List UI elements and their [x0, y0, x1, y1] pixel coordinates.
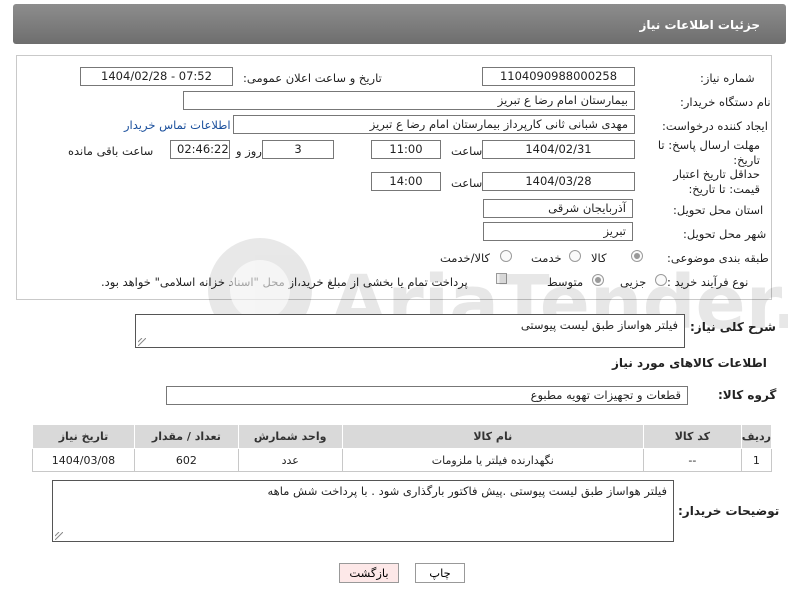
price-validity-label: حداقل تاریخ اعتبار قیمت: تا تاریخ: — [673, 167, 760, 196]
process-radio-minor[interactable] — [655, 274, 667, 286]
province-label: استان محل تحویل: — [673, 203, 764, 217]
days-label: روز و — [236, 144, 262, 158]
requester-label: ایجاد کننده درخواست: — [662, 119, 768, 133]
category-service-text: خدمت — [531, 251, 562, 265]
category-radio-service[interactable] — [569, 250, 581, 262]
goods-group-field[interactable]: قطعات و تجهیزات تهویه مطبوع — [166, 386, 688, 405]
cell-quantity: 602 — [133, 448, 239, 472]
need-summary-text: فیلتر هواساز طبق لیست پیوستی — [520, 318, 678, 332]
remaining-time-label: ساعت باقی مانده — [68, 144, 154, 158]
need-number-label: شماره نیاز: — [700, 71, 755, 85]
resize-handle-icon[interactable] — [55, 532, 63, 540]
process-type-label: نوع فرآیند خرید : — [667, 275, 749, 289]
city-field[interactable]: تبریز — [483, 222, 633, 241]
col-goods-name: نام کالا — [341, 424, 644, 449]
announce-datetime-label: تاریخ و ساعت اعلان عمومی: — [243, 71, 382, 85]
reply-time-field[interactable]: 11:00 — [371, 140, 441, 159]
goods-section-title: اطلاعات کالاهای مورد نیاز — [612, 356, 767, 370]
cell-goods-name: نگهدارنده فیلتر یا ملزومات — [341, 448, 644, 472]
requester-field[interactable]: مهدی شبانی ثانی کارپرداز بیمارستان امام … — [233, 115, 635, 134]
buyer-contact-link[interactable]: اطلاعات تماس خریدار — [124, 118, 231, 132]
remaining-time-field[interactable]: 02:46:22 — [170, 140, 230, 159]
table-row[interactable]: 1 -- نگهدارنده فیلتر یا ملزومات عدد 602 … — [32, 448, 773, 472]
col-need-date: تاریخ نیاز — [32, 424, 135, 449]
goods-table: ردیف کد کالا نام کالا واحد شمارش تعداد /… — [32, 424, 773, 472]
col-unit: واحد شمارش — [237, 424, 343, 449]
goods-group-label: گروه کالا: — [718, 388, 777, 402]
reply-date-field[interactable]: 1404/02/31 — [482, 140, 635, 159]
announce-datetime-field[interactable]: 1404/02/28 - 07:52 — [80, 67, 233, 86]
col-row-number: ردیف — [740, 424, 773, 449]
col-goods-code: کد کالا — [642, 424, 742, 449]
treasury-payment-note: پرداخت تمام یا بخشی از مبلغ خرید،از محل … — [101, 275, 468, 289]
cell-goods-code: -- — [642, 448, 742, 472]
category-label: طبقه بندی موضوعی: — [667, 251, 769, 265]
buyer-notes-textarea[interactable]: فیلتر هواساز طبق لیست پیوستی .پیش فاکتور… — [52, 480, 674, 542]
col-quantity: تعداد / مقدار — [133, 424, 239, 449]
table-header-row: ردیف کد کالا نام کالا واحد شمارش تعداد /… — [32, 424, 773, 449]
buyer-org-label: نام دستگاه خریدار: — [680, 95, 771, 109]
buyer-notes-text: فیلتر هواساز طبق لیست پیوستی .پیش فاکتور… — [267, 484, 667, 498]
price-validity-time-field[interactable]: 14:00 — [371, 172, 441, 191]
need-summary-textarea[interactable]: فیلتر هواساز طبق لیست پیوستی — [135, 314, 685, 348]
category-goods-text: کالا — [591, 251, 607, 265]
page-header: جزئیات اطلاعات نیاز — [13, 4, 786, 44]
category-radio-goods[interactable] — [631, 250, 643, 262]
resize-handle-icon[interactable] — [138, 338, 146, 346]
buyer-org-field[interactable]: بیمارستان امام رضا ع تبریز — [183, 91, 635, 110]
treasury-payment-checkbox[interactable] — [496, 273, 507, 284]
category-radio-goods-service[interactable] — [500, 250, 512, 262]
need-number-field[interactable]: 1104090988000258 — [482, 67, 635, 86]
category-goods-service-text: کالا/خدمت — [440, 251, 491, 265]
back-button[interactable]: بازگشت — [339, 563, 399, 583]
city-label: شهر محل تحویل: — [683, 227, 767, 241]
process-medium-text: متوسط — [547, 275, 584, 289]
cell-unit: عدد — [237, 448, 343, 472]
cell-need-date: 1404/03/08 — [32, 448, 135, 472]
reply-time-label: ساعت — [451, 144, 483, 158]
price-validity-date-field[interactable]: 1404/03/28 — [482, 172, 635, 191]
remaining-days-field[interactable]: 3 — [262, 140, 334, 159]
process-minor-text: جزیی — [620, 275, 647, 289]
print-button[interactable]: چاپ — [415, 563, 465, 583]
price-validity-time-label: ساعت — [451, 176, 483, 190]
need-summary-label: شرح کلی نیاز: — [690, 320, 776, 334]
page-title: جزئیات اطلاعات نیاز — [639, 18, 760, 32]
cell-row-number: 1 — [740, 448, 773, 472]
process-radio-medium[interactable] — [592, 274, 604, 286]
reply-deadline-label: مهلت ارسال پاسخ: تا تاریخ: — [657, 138, 760, 167]
province-field[interactable]: آذربایجان شرقی — [483, 199, 633, 218]
buyer-notes-label: توضیحات خریدار: — [678, 504, 780, 518]
